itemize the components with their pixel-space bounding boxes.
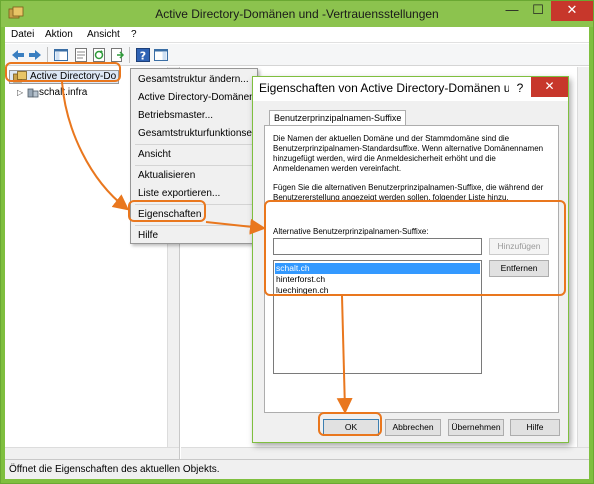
show-action-pane-icon[interactable] <box>153 47 169 63</box>
close-button[interactable]: ✕ <box>551 1 593 21</box>
toolbar-separator <box>47 47 48 63</box>
menu-item-help[interactable]: Hilfe <box>133 227 255 245</box>
help-icon[interactable]: ? <box>135 47 151 63</box>
menu-item-properties[interactable]: Eigenschaften <box>133 206 255 224</box>
menu-item-change-forest[interactable]: Gesamtstruktur ändern... <box>133 71 255 89</box>
tree-horizontal-scrollbar[interactable] <box>5 447 179 459</box>
ad-domains-icon <box>13 71 27 83</box>
tab-panel: Die Namen der aktuellen Domäne und der S… <box>264 125 559 413</box>
details-vertical-scrollbar[interactable] <box>577 67 589 459</box>
maximize-button[interactable]: ☐ <box>525 1 551 21</box>
menu-item-refresh[interactable]: Aktualisieren <box>133 167 255 185</box>
properties-icon[interactable] <box>73 47 89 63</box>
instruction-text: Fügen Sie die alternativen Benutzerprinz… <box>273 183 544 202</box>
ok-button[interactable]: OK <box>323 419 379 436</box>
menu-aktion[interactable]: Aktion <box>45 29 73 40</box>
menu-ansicht[interactable]: Ansicht <box>87 29 120 40</box>
suffix-field-label: Alternative Benutzerprinzipalnamen-Suffi… <box>273 227 429 236</box>
apply-button[interactable]: Übernehmen <box>448 419 504 436</box>
description-text: Die Namen der aktuellen Domäne und der S… <box>273 134 544 173</box>
export-list-icon[interactable] <box>109 47 125 63</box>
menu-help[interactable]: ? <box>131 29 137 40</box>
show-hide-console-tree-icon[interactable] <box>53 47 69 63</box>
menu-separator <box>135 225 253 226</box>
menu-bar: Datei Aktion Ansicht ? <box>5 27 589 43</box>
dialog-title-bar: Eigenschaften von Active Directory-Domän… <box>253 77 568 101</box>
menu-datei[interactable]: Datei <box>11 29 34 40</box>
tab-strip: Benutzerprinzipalnamen-Suffixe <box>264 107 559 128</box>
remove-button[interactable]: Entfernen <box>489 260 549 277</box>
suffix-listbox[interactable]: schalt.ch hinterforst.ch luechingen.ch <box>273 260 482 374</box>
context-menu: Gesamtstruktur ändern... Active Director… <box>130 68 258 244</box>
status-bar: Öffnet die Eigenschaften des aktuellen O… <box>5 459 589 479</box>
minimize-button[interactable]: — <box>499 1 525 21</box>
tree-node-ad-domains[interactable]: Active Directory-Do <box>9 70 119 84</box>
list-item[interactable]: schalt.ch <box>275 263 480 274</box>
menu-item-operations-master[interactable]: Betriebsmaster... <box>133 107 255 125</box>
menu-item-domain-controller[interactable]: Active Directory-Domänencontroller <box>133 89 255 107</box>
dialog-close-button[interactable]: ✕ <box>531 77 568 97</box>
status-text: Öffnet die Eigenschaften des aktuellen O… <box>9 464 220 475</box>
menu-separator <box>135 165 253 166</box>
details-horizontal-scrollbar[interactable] <box>181 447 589 459</box>
list-item[interactable]: hinterforst.ch <box>275 274 480 285</box>
svg-text:?: ? <box>140 50 146 63</box>
tree-node-domain[interactable]: ▷ schalt.infra <box>13 87 87 101</box>
properties-dialog: Eigenschaften von Active Directory-Domän… <box>252 76 569 443</box>
tree-node-label: Active Directory-Do <box>30 71 117 82</box>
cancel-button[interactable]: Abbrechen <box>385 419 441 436</box>
refresh-icon[interactable] <box>91 47 107 63</box>
dialog-title: Eigenschaften von Active Directory-Domän… <box>259 81 509 95</box>
dialog-help-button[interactable]: ? <box>511 81 529 95</box>
add-button[interactable]: Hinzufügen <box>489 238 549 255</box>
list-item[interactable]: luechingen.ch <box>275 285 480 296</box>
menu-separator <box>135 204 253 205</box>
menu-item-view[interactable]: Ansicht <box>133 146 255 164</box>
back-icon[interactable] <box>10 47 26 63</box>
suffix-input[interactable] <box>273 238 482 255</box>
forward-icon[interactable] <box>27 47 43 63</box>
expand-arrow-icon[interactable]: ▷ <box>17 88 23 97</box>
menu-item-export-list[interactable]: Liste exportieren... <box>133 185 255 203</box>
tree-node-label: schalt.infra <box>39 87 88 98</box>
toolbar: ? <box>5 44 589 66</box>
menu-item-raise-forest-level[interactable]: Gesamtstrukturfunktionsebene heraufstufe… <box>133 125 255 143</box>
menu-separator <box>135 144 253 145</box>
dialog-body: Benutzerprinzipalnamen-Suffixe Die Namen… <box>253 101 568 442</box>
toolbar-separator <box>129 47 130 63</box>
title-bar: Active Directory-Domänen und -Vertrauens… <box>1 1 593 27</box>
help-button[interactable]: Hilfe <box>510 419 560 436</box>
domain-icon <box>27 88 39 98</box>
